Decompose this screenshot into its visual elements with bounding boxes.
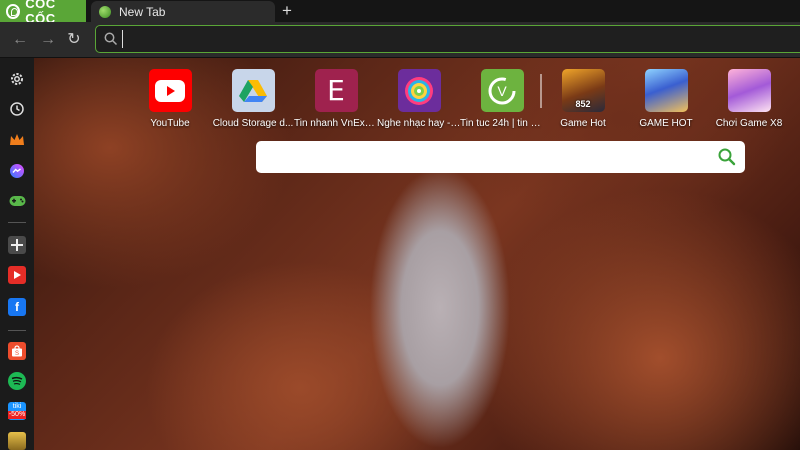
tab-new-tab[interactable]: New Tab — [91, 1, 275, 22]
game-hot-icon: 852 — [561, 69, 605, 112]
search-icon[interactable] — [717, 147, 737, 167]
navigation-toolbar: ← → ↻ — [0, 22, 800, 58]
search-box[interactable] — [256, 141, 745, 173]
game-badge: 852 — [575, 98, 591, 109]
shortcut-youtube[interactable]: YouTube — [128, 69, 212, 129]
shortcut-game-hot-2[interactable]: GAME HOT — [624, 69, 708, 129]
shortcut-label: Cloud Storage d... — [212, 118, 294, 129]
search-icon — [104, 32, 118, 46]
back-button[interactable]: ← — [10, 30, 30, 50]
game-hot-2-icon — [644, 69, 688, 112]
coccoc-logo-icon — [6, 3, 21, 19]
shortcut-vnexpress[interactable]: E Tin nhanh VnExp... — [294, 69, 378, 129]
coccoc-brand-button[interactable]: CỐC CỐC — [0, 0, 86, 26]
shortcut-label: GAME HOT — [639, 118, 693, 129]
shortcut-label: Chơi Game X8 — [715, 118, 783, 129]
tab-strip: CỐC CỐC New Tab + — [0, 0, 800, 26]
shortcut-label: YouTube — [150, 118, 190, 129]
search-input[interactable] — [266, 147, 706, 167]
vnexpress-icon: E — [314, 69, 358, 112]
youtube-icon — [148, 69, 192, 112]
reload-button[interactable]: ↻ — [64, 30, 84, 50]
news-24h-icon: V — [480, 69, 524, 112]
shortcut-music[interactable]: Nghe nhạc hay - ... — [377, 69, 461, 129]
news-24h-letter: V — [497, 83, 507, 99]
tab-title: New Tab — [119, 4, 166, 19]
address-bar[interactable] — [95, 25, 800, 53]
new-tab-button[interactable]: + — [278, 1, 296, 21]
music-disc-icon — [397, 69, 441, 112]
shortcut-label: Tin nhanh VnExp... — [294, 118, 378, 129]
vnexpress-letter: E — [327, 74, 345, 107]
game-x8-icon — [727, 69, 771, 112]
shortcut-game-hot[interactable]: 852 Game Hot — [541, 69, 625, 129]
address-input[interactable] — [122, 30, 722, 48]
forward-button[interactable]: → — [38, 30, 58, 50]
shortcuts-area: YouTube Cloud Storage d... E Tin nhanh V… — [0, 58, 800, 450]
shortcut-google-drive[interactable]: Cloud Storage d... — [211, 69, 295, 129]
shortcut-label: Tin tuc 24h | tin n... — [460, 118, 544, 129]
coccoc-leaf-icon — [99, 5, 111, 18]
shortcut-label: Nghe nhạc hay - ... — [377, 118, 461, 129]
shortcut-game-x8[interactable]: Chơi Game X8 — [707, 69, 791, 129]
shortcut-label: Game Hot — [560, 118, 606, 129]
google-drive-icon — [231, 69, 275, 112]
shortcut-24h[interactable]: V Tin tuc 24h | tin n... — [460, 69, 544, 129]
